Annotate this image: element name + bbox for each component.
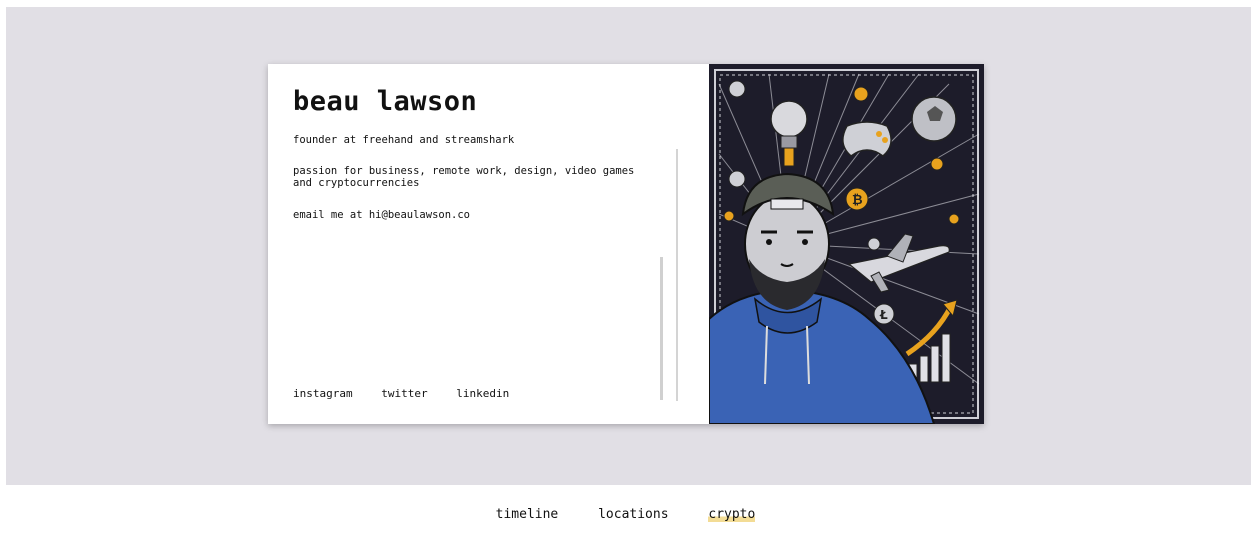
- nav-locations[interactable]: locations: [598, 507, 668, 522]
- scrollbar-track[interactable]: [676, 149, 678, 401]
- nav-timeline[interactable]: timeline: [496, 507, 559, 522]
- svg-text:₿: ₿: [852, 193, 863, 208]
- profile-tagline: founder at freehand and streamshark: [293, 134, 515, 146]
- portrait-illustration-svg: ₿ Ł: [709, 64, 984, 424]
- portrait-illustration: ₿ Ł: [709, 64, 984, 424]
- bottom-nav: timeline locations crypto: [0, 507, 1251, 522]
- profile-name: beau lawson: [293, 86, 478, 117]
- nav-crypto[interactable]: crypto: [708, 507, 756, 522]
- twitter-link[interactable]: twitter: [381, 387, 427, 400]
- profile-text-panel: beau lawson founder at freehand and stre…: [268, 64, 709, 424]
- litecoin-icon: Ł: [873, 303, 895, 325]
- linkedin-link[interactable]: linkedin: [456, 387, 509, 400]
- profile-card: beau lawson founder at freehand and stre…: [268, 64, 984, 424]
- profile-email: email me at hi@beaulawson.co: [293, 209, 471, 221]
- svg-text:Ł: Ł: [879, 308, 888, 322]
- profile-passion: passion for business, remote work, desig…: [293, 165, 635, 189]
- scrollbar-thumb[interactable]: [660, 257, 663, 400]
- instagram-link[interactable]: instagram: [293, 387, 353, 400]
- social-links: instagram twitter linkedin: [293, 387, 531, 400]
- hero-section: beau lawson founder at freehand and stre…: [6, 7, 1251, 485]
- soccer-ball-icon: [911, 96, 957, 142]
